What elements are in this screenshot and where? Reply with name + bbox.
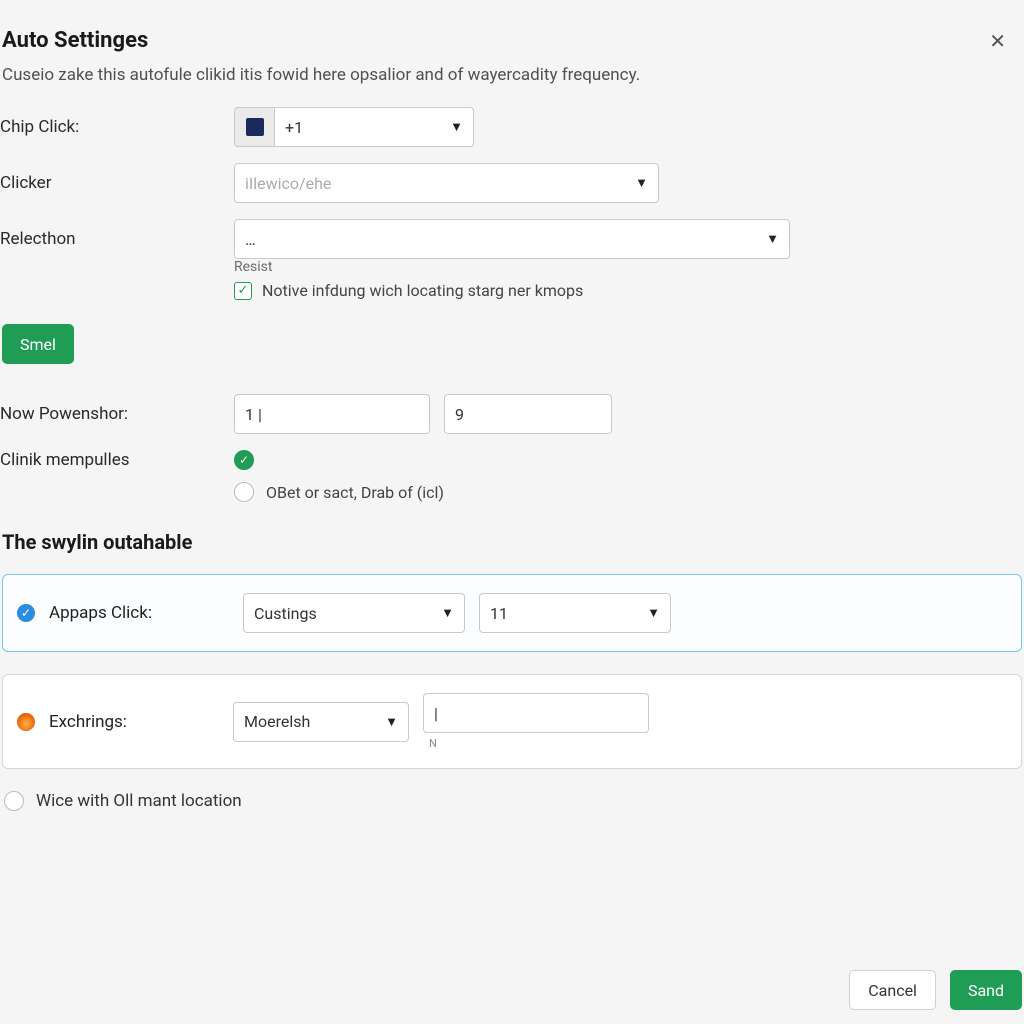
now-power-input-1[interactable]: 1 | xyxy=(234,394,430,434)
exchrings-label: Exchrings: xyxy=(49,712,219,732)
cancel-button[interactable]: Cancel xyxy=(849,970,936,1010)
clinik-label: Clinik mempulles xyxy=(0,450,220,470)
now-power-value-1: 1 | xyxy=(245,405,262,424)
wice-radio[interactable] xyxy=(4,791,24,811)
drab-radio[interactable] xyxy=(234,482,254,502)
page-title: Auto Settinges xyxy=(2,28,148,53)
drab-radio-label: OBet or sact, Drab of (icl) xyxy=(266,483,444,502)
section-title: The swylin outahable xyxy=(2,530,1024,554)
chevron-down-icon: ▼ xyxy=(635,175,648,191)
app-icon xyxy=(246,118,264,136)
notify-checkbox[interactable]: ✓ xyxy=(234,282,252,300)
exchrings-panel[interactable]: Exchrings: Moerelsh ▼ | N xyxy=(2,674,1022,769)
wice-radio-label: Wice with Oll mant location xyxy=(36,791,242,811)
dialog-footer: Cancel Sand xyxy=(849,970,1022,1010)
appaps-label: Appaps Click: xyxy=(49,603,229,623)
clinik-radio-on[interactable]: ✓ xyxy=(234,450,254,470)
now-power-input-2[interactable]: 9 xyxy=(444,394,612,434)
smel-button[interactable]: Smel xyxy=(2,324,74,364)
save-button[interactable]: Sand xyxy=(950,970,1022,1010)
chip-click-icon[interactable] xyxy=(234,107,274,147)
chip-click-select[interactable]: +1 ▼ xyxy=(274,107,474,147)
clicker-label: Clicker xyxy=(0,173,220,193)
appaps-radio[interactable]: ✓ xyxy=(17,604,35,622)
chevron-down-icon: ▼ xyxy=(766,231,779,247)
notify-checkbox-label: Notive infdung wich locating starg ner k… xyxy=(262,281,583,300)
chevron-down-icon: ▼ xyxy=(647,605,660,621)
appaps-select-2-value: 11 xyxy=(490,604,508,623)
appaps-select-1-value: Custings xyxy=(254,604,317,623)
now-power-value-2: 9 xyxy=(455,405,464,424)
appaps-select-1[interactable]: Custings ▼ xyxy=(243,593,465,633)
now-power-label: Now Powenshor: xyxy=(0,404,220,424)
relection-label: Relecthon xyxy=(0,229,220,249)
exchrings-input-value: | xyxy=(434,704,438,723)
close-icon[interactable]: ✕ xyxy=(989,29,1024,53)
chevron-down-icon: ▼ xyxy=(441,605,454,621)
relection-value: … xyxy=(245,230,256,249)
flame-icon xyxy=(17,713,35,731)
clicker-select[interactable]: iIlewico/ehe ▼ xyxy=(234,163,659,203)
clicker-placeholder: iIlewico/ehe xyxy=(245,174,331,193)
exchrings-hint: N xyxy=(429,737,649,750)
chip-click-value: +1 xyxy=(285,118,303,137)
appaps-panel[interactable]: ✓ Appaps Click: Custings ▼ 11 ▼ xyxy=(2,574,1022,652)
exchrings-input[interactable]: | xyxy=(423,693,649,733)
relection-select[interactable]: … ▼ xyxy=(234,219,790,259)
chip-click-label: Chip Click: xyxy=(0,117,220,137)
subtitle-text: Cuseio zake this autofule clikid itis fo… xyxy=(0,63,1024,107)
exchrings-select-value: Moerelsh xyxy=(244,712,310,731)
appaps-select-2[interactable]: 11 ▼ xyxy=(479,593,671,633)
chevron-down-icon: ▼ xyxy=(450,119,463,135)
exchrings-select[interactable]: Moerelsh ▼ xyxy=(233,702,409,742)
chevron-down-icon: ▼ xyxy=(385,714,398,730)
